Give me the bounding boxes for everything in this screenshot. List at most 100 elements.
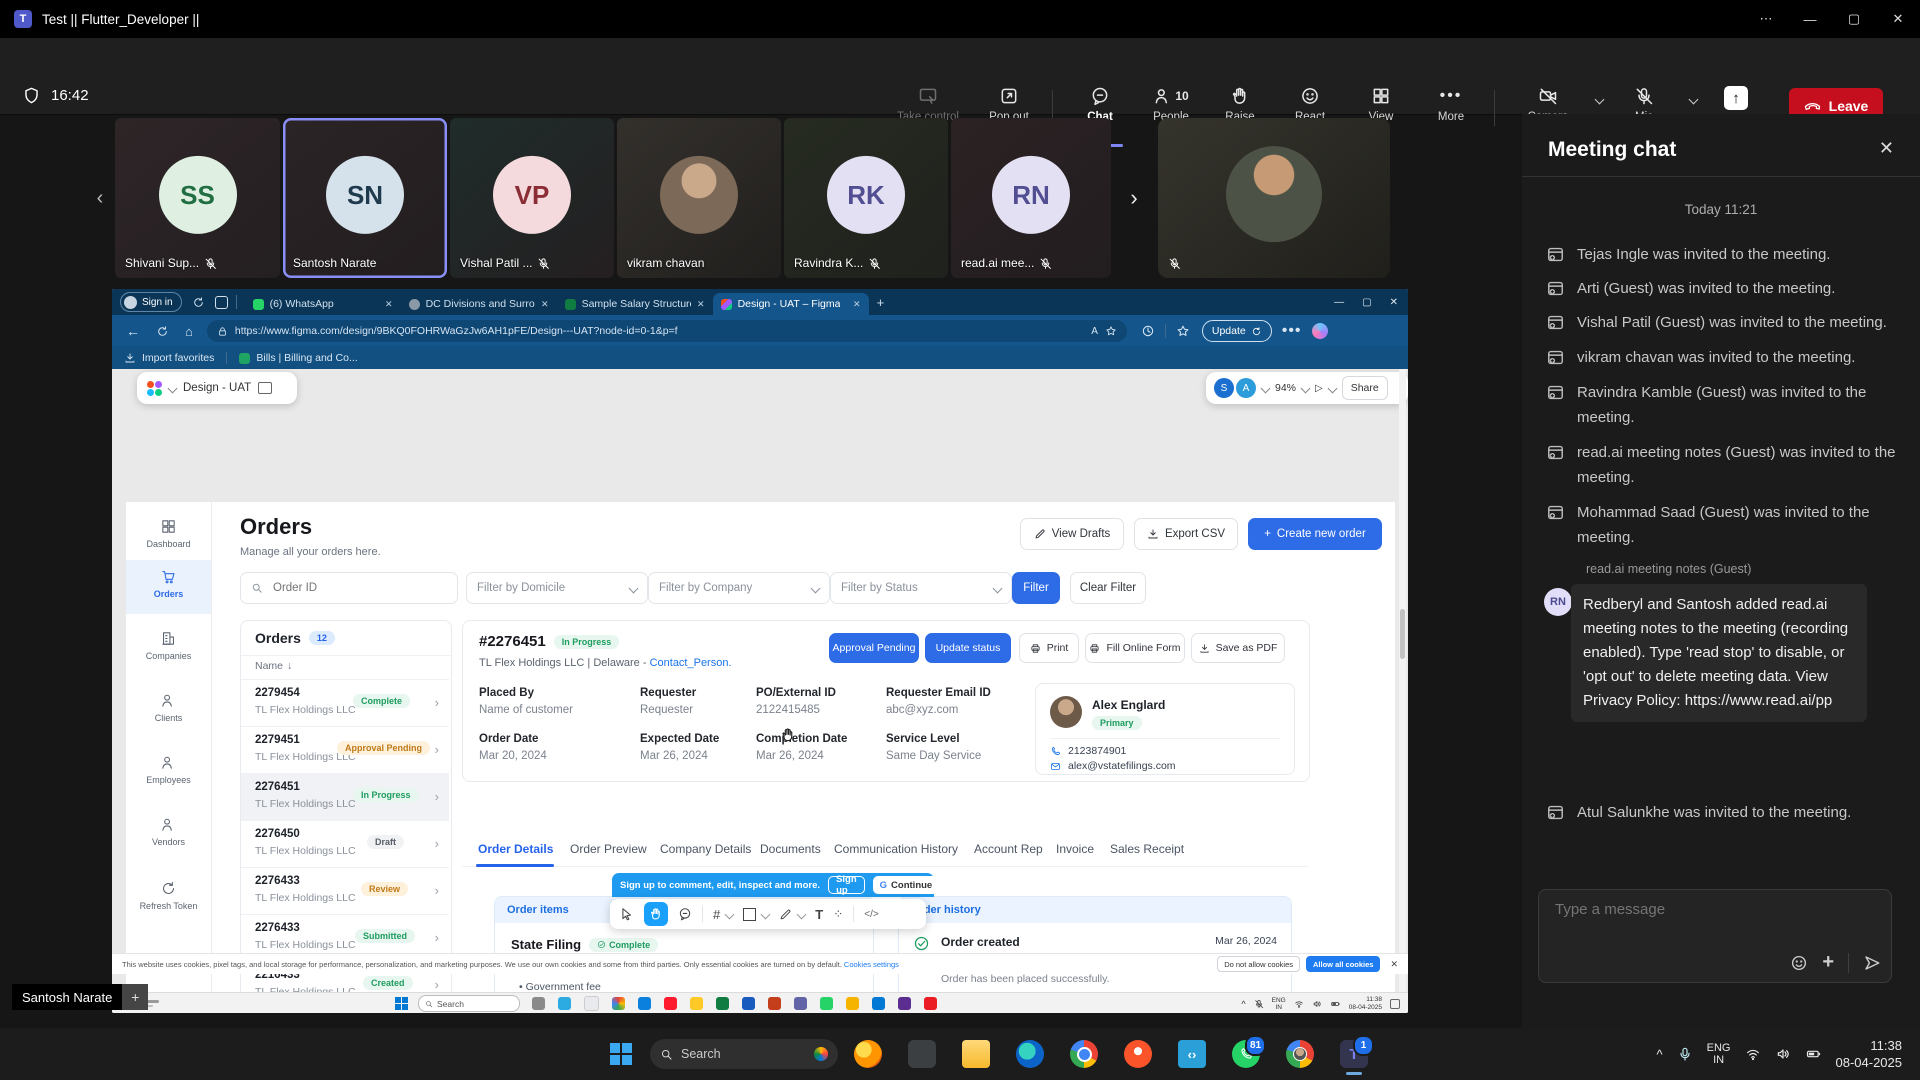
order-row-selected[interactable]: 2276451TL Flex Holdings LLC In Progress› [241, 773, 449, 821]
tray-expand-icon[interactable]: ^ [1241, 999, 1245, 1009]
file-explorer-icon[interactable] [962, 1040, 990, 1068]
edge-icon[interactable] [638, 997, 651, 1010]
create-new-order-button[interactable]: + Create new order [1248, 518, 1382, 550]
filter-button[interactable]: Filter [1012, 572, 1060, 604]
save-as-pdf-button[interactable]: Save as PDF [1191, 633, 1285, 663]
zoom-chevron-icon[interactable] [1301, 383, 1311, 393]
whatsapp-icon[interactable] [820, 997, 833, 1010]
powerpoint-icon[interactable] [768, 997, 781, 1010]
app-icon[interactable] [584, 996, 599, 1011]
brave-icon[interactable] [1124, 1040, 1152, 1068]
video-tile[interactable]: RK Ravindra K... [784, 118, 948, 278]
window-more-icon[interactable]: ⋯ [1744, 0, 1788, 38]
tiles-scroll-right[interactable]: › [1116, 118, 1152, 278]
minimize-button[interactable]: — [1788, 0, 1832, 38]
sidebar-item-companies[interactable]: Companies [126, 630, 211, 661]
speaker-icon[interactable] [1775, 1046, 1791, 1062]
favorite-star-icon[interactable] [1105, 325, 1117, 337]
whatsapp-icon[interactable]: 81 [1232, 1040, 1260, 1068]
pin-presenter-button[interactable]: + [122, 984, 148, 1010]
sidebar-item-employees[interactable]: Employees [126, 754, 211, 785]
video-tile-active-speaker[interactable]: SN Santosh Narate [283, 118, 447, 278]
app-icon[interactable] [558, 997, 571, 1010]
resources-tool-icon[interactable]: ⁘ [833, 907, 843, 921]
browser-close-icon[interactable]: ✕ [1390, 297, 1398, 308]
tab-close-icon[interactable]: ✕ [385, 299, 393, 310]
signup-button[interactable]: Sign up [828, 876, 865, 894]
update-status-button[interactable]: Update status [925, 633, 1011, 663]
attach-plus-icon[interactable]: + [1822, 951, 1834, 974]
tray-expand-icon[interactable]: ^ [1657, 1047, 1663, 1062]
view-drafts-button[interactable]: View Drafts [1020, 518, 1124, 550]
order-id-input[interactable] [271, 581, 425, 595]
print-button[interactable]: Print [1019, 633, 1079, 663]
import-favorites-link[interactable]: Import favorites [142, 352, 214, 364]
mic-options-chevron-icon[interactable] [1689, 95, 1699, 105]
chrome-icon[interactable] [612, 997, 625, 1010]
order-row[interactable]: 2279454TL Flex Holdings LLC Complete› [241, 679, 449, 727]
tab-communication-history[interactable]: Communication History [834, 842, 958, 856]
shared-clock[interactable]: 11:3808-04-2025 [1349, 996, 1382, 1012]
shared-language-indicator[interactable]: ENGIN [1272, 997, 1286, 1011]
tab-close-icon[interactable]: ✕ [541, 299, 549, 310]
language-indicator[interactable]: ENGIN [1707, 1042, 1731, 1066]
home-icon[interactable]: ⌂ [185, 324, 193, 339]
notifications-icon[interactable] [1390, 999, 1400, 1009]
copilot-icon[interactable] [1312, 323, 1328, 339]
folder-icon[interactable] [690, 997, 703, 1010]
dev-mode-icon[interactable]: </> [864, 909, 878, 920]
taskbar-search-box[interactable]: Search [650, 1039, 838, 1069]
sidebar-item-dashboard[interactable]: Dashboard [126, 518, 211, 549]
shape-tool-icon[interactable] [743, 908, 756, 921]
chat-message-input[interactable] [1553, 900, 1857, 919]
frame-tool-icon[interactable]: # [713, 907, 720, 922]
new-tab-button[interactable]: + [877, 295, 885, 310]
browser-minimize-icon[interactable]: — [1334, 297, 1344, 308]
fill-online-form-button[interactable]: Fill Online Form [1085, 633, 1185, 663]
app-icon[interactable] [532, 997, 545, 1010]
maximize-button[interactable]: ▢ [1832, 0, 1876, 38]
tiles-scroll-left[interactable]: ‹ [88, 118, 112, 278]
tab-close-icon[interactable]: ✕ [853, 299, 861, 310]
order-id-search[interactable] [240, 572, 458, 604]
tray-mic-icon[interactable] [1677, 1046, 1693, 1062]
read-aloud-icon[interactable]: A [1091, 326, 1098, 337]
chrome-profile-icon[interactable] [1286, 1040, 1314, 1068]
comment-tool-icon[interactable] [678, 907, 692, 921]
sidebar-item-refresh-token[interactable]: Refresh Token [126, 880, 211, 911]
chevron-down-icon[interactable] [761, 909, 771, 919]
deny-cookies-button[interactable]: Do not allow cookies [1217, 956, 1300, 972]
tab-invoice[interactable]: Invoice [1056, 842, 1094, 856]
more-button[interactable]: ••• More [1415, 86, 1487, 123]
browser-tab[interactable]: DC Divisions and Surroundings✕ [401, 293, 557, 315]
sidebar-item-vendors[interactable]: Vendors [126, 816, 211, 847]
start-button[interactable] [610, 1043, 632, 1065]
browser-restore-icon[interactable]: ▢ [1362, 297, 1371, 308]
scrollbar-track[interactable] [1399, 369, 1406, 1013]
firefox-icon[interactable] [854, 1040, 882, 1068]
clock[interactable]: 11:3808-04-2025 [1836, 1037, 1903, 1071]
tab-order-preview[interactable]: Order Preview [570, 842, 647, 856]
zoom-level[interactable]: 94% [1275, 382, 1296, 394]
tab-documents[interactable]: Documents [760, 842, 821, 856]
figma-menu-chevron-icon[interactable] [168, 383, 178, 393]
app-icon[interactable] [898, 997, 911, 1010]
app-icon[interactable] [872, 997, 885, 1010]
chat-close-icon[interactable]: ✕ [1879, 138, 1894, 159]
shared-search-box[interactable]: Search [418, 995, 520, 1012]
start-button[interactable] [395, 997, 408, 1010]
close-button[interactable]: ✕ [1876, 0, 1920, 38]
hand-tool-active[interactable] [644, 902, 668, 926]
cookie-close-icon[interactable]: ✕ [1390, 959, 1398, 970]
browser-tab-active[interactable]: Design - UAT – Figma✕ [713, 293, 869, 315]
camera-options-chevron-icon[interactable] [1595, 95, 1605, 105]
figma-logo-icon[interactable] [147, 381, 162, 396]
wifi-icon[interactable] [1745, 1046, 1761, 1062]
favorites-bar-icon[interactable] [1176, 324, 1190, 338]
bills-favorite-link[interactable]: Bills | Billing and Co... [256, 352, 357, 364]
present-chevron-icon[interactable] [1327, 383, 1337, 393]
app-icon[interactable] [664, 997, 677, 1010]
browser-update-button[interactable]: Update [1202, 320, 1272, 342]
edge-icon[interactable] [1016, 1040, 1044, 1068]
app-icon[interactable] [846, 997, 859, 1010]
